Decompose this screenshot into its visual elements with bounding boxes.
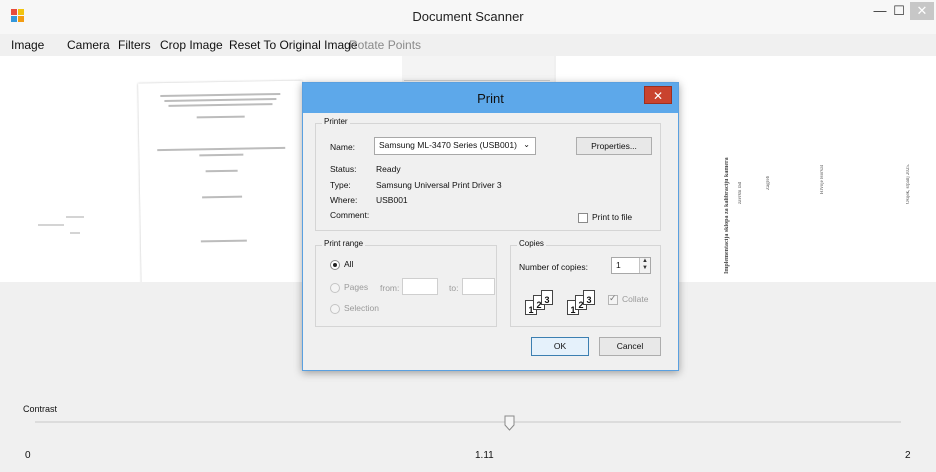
range-from-label: from: — [380, 283, 400, 293]
contrast-label: Contrast — [23, 404, 58, 414]
rotated-subtitle-text: završni rad — [738, 181, 743, 204]
menu-reset-to-original-image[interactable]: Reset To Original Image — [229, 38, 358, 52]
properties-button[interactable]: Properties... — [576, 137, 652, 155]
range-from-input[interactable] — [402, 278, 438, 295]
range-to-label: to: — [449, 283, 459, 293]
number-of-copies-stepper[interactable]: 1 ▲ ▼ — [611, 257, 651, 274]
where-value: USB001 — [376, 195, 408, 205]
document-scanner-window: Document Scanner — ☐ ✕ Image Camera Filt… — [0, 0, 936, 472]
printer-group: Printer Name: Samsung ML-3470 Series (US… — [315, 117, 661, 231]
menu-camera[interactable]: Camera — [67, 38, 110, 52]
maximize-button[interactable]: ☐ — [890, 2, 908, 20]
range-all-radio[interactable] — [330, 260, 340, 270]
rotated-author-text: Hrvoje Horvat — [820, 164, 825, 194]
status-label: Status: — [330, 164, 357, 174]
rotated-date-text: Osijek, srpanj 2025. — [906, 163, 911, 204]
scanned-document-page — [138, 80, 306, 304]
collate-label: Collate — [622, 294, 649, 304]
printer-name-label: Name: — [330, 142, 356, 152]
type-label: Type: — [330, 180, 351, 190]
number-of-copies-value: 1 — [616, 260, 621, 270]
print-dialog-title-bar[interactable]: Print ✕ — [303, 83, 678, 113]
range-all-label: All — [344, 259, 354, 269]
title-bar[interactable]: Document Scanner — ☐ ✕ — [0, 0, 936, 34]
printer-group-title: Printer — [322, 117, 350, 126]
menu-rotate-points: Rotate Points — [349, 38, 422, 52]
contrast-slider-track[interactable] — [35, 421, 901, 423]
rotated-city-text: Zagreb — [766, 175, 771, 190]
contrast-slider-thumb[interactable] — [504, 415, 515, 431]
contrast-value-label: 1.11 — [475, 450, 494, 461]
where-label: Where: — [330, 195, 358, 205]
copies-group-title: Copies — [517, 239, 546, 248]
number-of-copies-label: Number of copies: — [519, 262, 588, 272]
window-title: Document Scanner — [412, 9, 524, 24]
range-selection-radio[interactable] — [330, 304, 340, 314]
print-to-file-checkbox[interactable] — [578, 213, 588, 223]
menu-filters[interactable]: Filters — [118, 38, 151, 52]
minimize-button[interactable]: — — [870, 2, 890, 20]
contrast-min-label: 0 — [25, 450, 31, 461]
comment-label: Comment: — [330, 210, 370, 220]
status-value: Ready — [376, 164, 401, 174]
contrast-max-label: 2 — [905, 450, 911, 461]
range-pages-label: Pages — [344, 282, 369, 292]
print-dialog-title: Print — [477, 91, 504, 106]
print-to-file-label: Print to file — [592, 212, 633, 222]
range-selection-label: Selection — [344, 303, 379, 313]
close-button[interactable]: ✕ — [910, 2, 934, 20]
menu-crop-image[interactable]: Crop Image — [160, 38, 223, 52]
printer-name-value: Samsung ML-3470 Series (USB001) — [379, 140, 517, 150]
range-to-input[interactable] — [462, 278, 495, 295]
range-pages-radio[interactable] — [330, 283, 340, 293]
chevron-down-icon: ⌄ — [523, 140, 530, 149]
print-range-group: Print range All Pages from: to: Selectio… — [315, 239, 497, 327]
menu-bar: Image Camera Filters Crop Image Reset To… — [0, 34, 936, 56]
type-value: Samsung Universal Print Driver 3 — [376, 180, 502, 190]
spin-arrows-icon[interactable]: ▲ ▼ — [639, 258, 650, 273]
menu-image[interactable]: Image — [11, 38, 44, 52]
rotated-title-text: Implementacija sklopa za kalibraciju kam… — [724, 157, 730, 274]
print-dialog-close-button[interactable]: ✕ — [644, 86, 672, 104]
printer-name-select[interactable]: Samsung ML-3470 Series (USB001) ⌄ — [374, 137, 536, 155]
print-dialog: Print ✕ Printer Name: Samsung ML-3470 Se… — [302, 82, 679, 371]
collate-checkbox[interactable] — [608, 293, 618, 305]
print-range-group-title: Print range — [322, 239, 366, 248]
ok-button[interactable]: OK — [531, 337, 589, 356]
cancel-button[interactable]: Cancel — [599, 337, 661, 356]
copies-group: Copies Number of copies: 1 ▲ ▼ 1 2 3 1 2 … — [510, 239, 661, 327]
